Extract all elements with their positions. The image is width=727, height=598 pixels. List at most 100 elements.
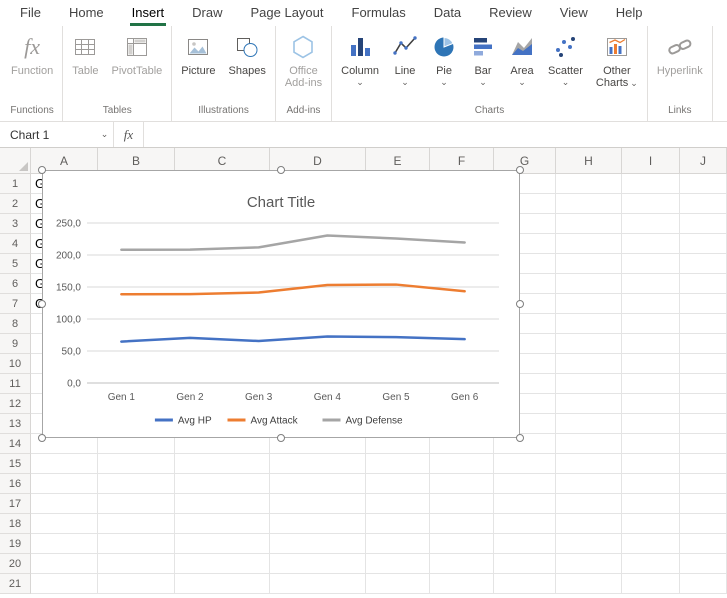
cell-I18[interactable] [622,514,680,534]
row-header-2[interactable]: 2 [0,194,31,214]
cell-J2[interactable] [680,194,727,214]
row-header-4[interactable]: 4 [0,234,31,254]
cell-B15[interactable] [98,454,175,474]
cell-H17[interactable] [556,494,622,514]
cell-H6[interactable] [556,274,622,294]
cell-H11[interactable] [556,374,622,394]
row-header-15[interactable]: 15 [0,454,31,474]
row-header-20[interactable]: 20 [0,554,31,574]
cell-J5[interactable] [680,254,727,274]
cell-I16[interactable] [622,474,680,494]
cell-J9[interactable] [680,334,727,354]
row-header-9[interactable]: 9 [0,334,31,354]
cell-J12[interactable] [680,394,727,414]
row-header-8[interactable]: 8 [0,314,31,334]
ribbon-button-office-add-ins[interactable]: OfficeAdd-ins [279,28,328,101]
cell-F20[interactable] [430,554,494,574]
row-header-21[interactable]: 21 [0,574,31,594]
cell-C16[interactable] [175,474,270,494]
ribbon-button-table[interactable]: Table [66,28,104,101]
row-header-7[interactable]: 7 [0,294,31,314]
selection-handle-s[interactable] [277,434,285,442]
cell-G15[interactable] [494,454,556,474]
cell-C15[interactable] [175,454,270,474]
cell-J3[interactable] [680,214,727,234]
tab-data[interactable]: Data [420,0,475,26]
cell-B16[interactable] [98,474,175,494]
row-header-10[interactable]: 10 [0,354,31,374]
cell-D17[interactable] [270,494,366,514]
ribbon-button-line[interactable]: Line⌄ [386,28,424,101]
cell-A16[interactable] [31,474,98,494]
cell-H14[interactable] [556,434,622,454]
cell-I15[interactable] [622,454,680,474]
cell-I21[interactable] [622,574,680,594]
selection-handle-w[interactable] [38,300,46,308]
cell-G16[interactable] [494,474,556,494]
row-header-17[interactable]: 17 [0,494,31,514]
ribbon-button-pivottable[interactable]: PivotTable [106,28,169,101]
cell-J18[interactable] [680,514,727,534]
cell-C20[interactable] [175,554,270,574]
tab-file[interactable]: File [6,0,55,26]
row-header-19[interactable]: 19 [0,534,31,554]
cell-I1[interactable] [622,174,680,194]
cell-D20[interactable] [270,554,366,574]
column-header-i[interactable]: I [622,148,680,174]
cell-I2[interactable] [622,194,680,214]
cell-I14[interactable] [622,434,680,454]
cell-F21[interactable] [430,574,494,594]
ribbon-button-hyperlink[interactable]: Hyperlink [651,28,709,101]
cell-I8[interactable] [622,314,680,334]
cell-H20[interactable] [556,554,622,574]
cell-I5[interactable] [622,254,680,274]
cell-C19[interactable] [175,534,270,554]
cell-B21[interactable] [98,574,175,594]
cell-D18[interactable] [270,514,366,534]
cell-H3[interactable] [556,214,622,234]
cell-H19[interactable] [556,534,622,554]
tab-view[interactable]: View [546,0,602,26]
cell-F18[interactable] [430,514,494,534]
cell-H16[interactable] [556,474,622,494]
cell-I6[interactable] [622,274,680,294]
cell-D16[interactable] [270,474,366,494]
cell-E15[interactable] [366,454,430,474]
cell-I4[interactable] [622,234,680,254]
cell-J7[interactable] [680,294,727,314]
cell-H12[interactable] [556,394,622,414]
cell-F19[interactable] [430,534,494,554]
row-header-12[interactable]: 12 [0,394,31,414]
column-header-h[interactable]: H [556,148,622,174]
tab-help[interactable]: Help [602,0,657,26]
cell-C17[interactable] [175,494,270,514]
cell-E20[interactable] [366,554,430,574]
selection-handle-ne[interactable] [516,166,524,174]
cell-J15[interactable] [680,454,727,474]
selection-handle-sw[interactable] [38,434,46,442]
tab-page-layout[interactable]: Page Layout [237,0,338,26]
ribbon-button-scatter[interactable]: Scatter⌄ [542,28,589,101]
cell-G19[interactable] [494,534,556,554]
cell-G21[interactable] [494,574,556,594]
select-all-corner[interactable] [0,148,31,174]
tab-review[interactable]: Review [475,0,546,26]
cell-F15[interactable] [430,454,494,474]
ribbon-button-shapes[interactable]: Shapes [223,28,272,101]
ribbon-button-column[interactable]: Column⌄ [335,28,385,101]
cell-I7[interactable] [622,294,680,314]
cell-H2[interactable] [556,194,622,214]
cell-J4[interactable] [680,234,727,254]
cell-J10[interactable] [680,354,727,374]
cell-H1[interactable] [556,174,622,194]
cell-C21[interactable] [175,574,270,594]
cell-H18[interactable] [556,514,622,534]
cell-B20[interactable] [98,554,175,574]
cell-J8[interactable] [680,314,727,334]
cell-B18[interactable] [98,514,175,534]
ribbon-button-area[interactable]: Area⌄ [503,28,541,101]
tab-insert[interactable]: Insert [118,0,179,26]
cell-I12[interactable] [622,394,680,414]
cell-H21[interactable] [556,574,622,594]
row-header-5[interactable]: 5 [0,254,31,274]
